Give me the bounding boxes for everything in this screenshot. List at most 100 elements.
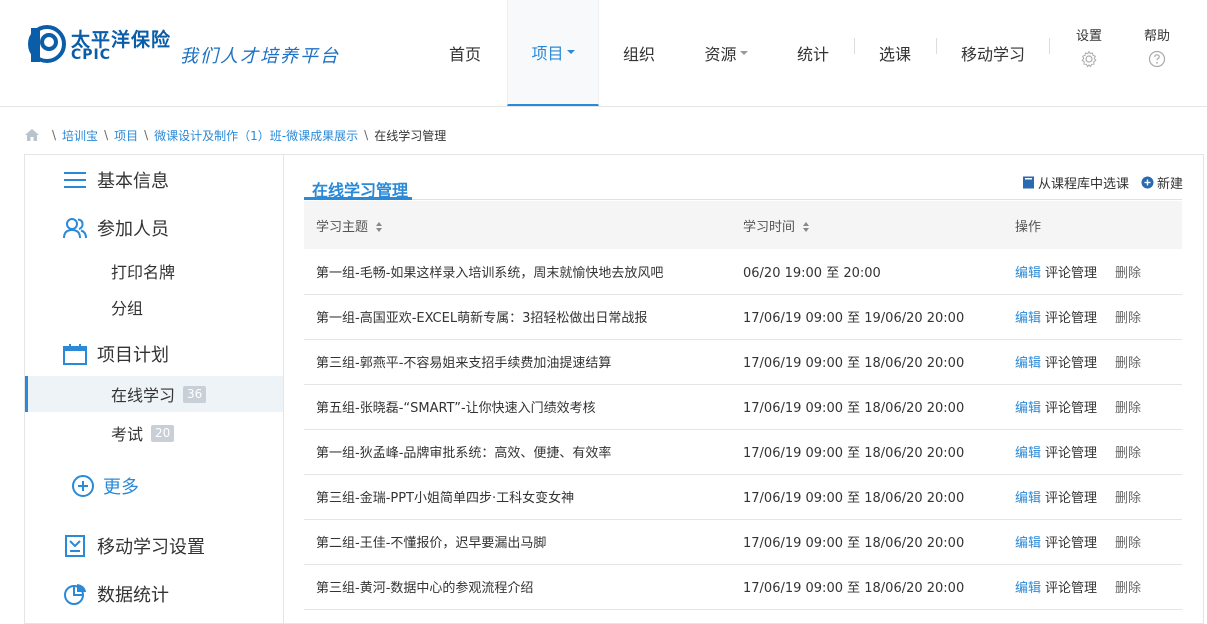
nav-home[interactable]: 首页 [425,0,505,106]
main-panel: 在线学习管理 从课程库中选课 新建 学习主题 学习时间 操作 第一组-毛畅-如果… [284,154,1204,624]
sidebar-item-mobile-settings[interactable]: 移动学习设置 [63,533,205,559]
table-row: 第一组-高国亚欢-EXCEL萌新专属：3招轻松做出日常战报 17/06/19 09… [304,294,1182,339]
breadcrumb-link-class[interactable]: 微课设计及制作（1）班-微课成果展示 [154,127,358,144]
table-row: 第三组-金瑞-PPT小姐简单四步·工科女变女神 17/06/19 09:00 至 … [304,474,1182,519]
table-row: 第一组-毛畅-如果这样录入培训系统，周末就愉快地去放风吧 06/20 19:00 … [304,249,1182,294]
delete-link[interactable]: 删除 [1115,266,1141,281]
learning-table: 学习主题 学习时间 操作 第一组-毛畅-如果这样录入培训系统，周末就愉快地去放风… [304,201,1182,610]
delete-link[interactable]: 删除 [1115,311,1141,326]
nav-mobile-learning[interactable]: 移动学习 [941,0,1045,106]
table-header-row: 学习主题 学习时间 操作 [304,201,1182,249]
sidebar-item-project-plan[interactable]: 项目计划 [63,341,169,367]
nav-statistics[interactable]: 统计 [775,0,851,106]
slogan: 我们人才培养平台 [180,46,340,67]
cell-operations: 编辑 评论管理 删除 [1003,429,1182,474]
panel-actions: 从课程库中选课 新建 [1010,173,1183,192]
new-button[interactable]: 新建 [1141,173,1183,192]
cell-time: 17/06/19 09:00 至 18/06/20 20:00 [743,536,965,551]
cell-time: 17/06/19 09:00 至 19/06/20 20:00 [743,311,965,326]
breadcrumb-link-peixunbao[interactable]: 培训宝 [62,127,98,144]
sidebar-item-grouping[interactable]: 分组 [111,295,143,319]
cell-operations: 编辑 评论管理 删除 [1003,384,1182,429]
plus-circle-icon [1141,176,1154,189]
delete-link[interactable]: 删除 [1115,446,1141,461]
settings-button[interactable]: 设置 [1069,25,1109,68]
cpic-logo[interactable]: 太平洋保险 CPIC 我们人才培养平台 [28,24,348,74]
sidebar-item-label: 项目计划 [97,345,169,366]
comment-management-link[interactable]: 评论管理 [1045,581,1097,596]
edit-link[interactable]: 编辑 [1015,401,1041,416]
sidebar: 基本信息 参加人员 打印名牌 分组 项目计划 在线学习 36 考试 20 更多 … [24,154,284,624]
edit-link[interactable]: 编辑 [1015,536,1041,551]
delete-link[interactable]: 删除 [1115,491,1141,506]
nav-divider [854,38,855,54]
gear-icon [1081,50,1097,68]
cell-operations: 编辑 评论管理 删除 [1003,474,1182,519]
edit-link[interactable]: 编辑 [1015,311,1041,326]
help-label: 帮助 [1143,29,1170,44]
sidebar-item-label: 数据统计 [97,585,169,606]
cell-topic: 第五组-张晓磊-“SMART”-让你快速入门绩效考核 [316,401,596,416]
logo-english-name: CPIC [71,47,112,63]
column-header-label: 学习主题 [316,219,369,235]
sidebar-more-button[interactable]: 更多 [71,473,139,499]
breadcrumb: \ 培训宝 \ 项目 \ 微课设计及制作（1）班-微课成果展示 \ 在线学习管理 [24,126,446,144]
edit-link[interactable]: 编辑 [1015,581,1041,596]
sidebar-item-print-badge[interactable]: 打印名牌 [111,259,175,283]
edit-link[interactable]: 编辑 [1015,446,1041,461]
edit-link[interactable]: 编辑 [1015,356,1041,371]
sidebar-item-label: 基本信息 [97,171,169,192]
comment-management-link[interactable]: 评论管理 [1045,536,1097,551]
delete-link[interactable]: 删除 [1115,536,1141,551]
sidebar-item-online-learning[interactable]: 在线学习 36 [25,376,283,412]
sidebar-item-exam[interactable]: 考试 20 [111,421,175,445]
column-header-time[interactable]: 学习时间 [731,201,1003,249]
chevron-down-icon [566,50,575,54]
select-from-library-button[interactable]: 从课程库中选课 [1022,173,1129,192]
sidebar-item-label: 考试 [111,425,144,444]
nav-statistics-label: 统计 [796,45,829,64]
cell-topic: 第一组-狄孟峰-品牌审批系统：高效、便捷、有效率 [316,446,612,461]
list-icon [64,172,86,188]
pie-chart-icon [64,584,86,605]
count-badge: 36 [183,385,207,403]
delete-link[interactable]: 删除 [1115,401,1141,416]
table-body: 第一组-毛畅-如果这样录入培训系统，周末就愉快地去放风吧 06/20 19:00 … [304,249,1182,609]
nav-project[interactable]: 项目 [507,0,599,106]
edit-link[interactable]: 编辑 [1015,266,1041,281]
delete-link[interactable]: 删除 [1115,581,1141,596]
table-row: 第二组-王佳-不懂报价，迟早要漏出马脚 17/06/19 09:00 至 18/0… [304,519,1182,564]
cell-operations: 编辑 评论管理 删除 [1003,564,1182,609]
nav-course-selection[interactable]: 选课 [857,0,933,106]
cell-time: 17/06/19 09:00 至 18/06/20 20:00 [743,491,965,506]
breadcrumb-separator: \ [52,128,57,142]
home-icon[interactable] [24,128,40,142]
comment-management-link[interactable]: 评论管理 [1045,266,1097,281]
sidebar-item-data-stats[interactable]: 数据统计 [63,581,169,607]
mobile-settings-icon [65,535,85,557]
edit-link[interactable]: 编辑 [1015,491,1041,506]
help-button[interactable]: 帮助 [1137,25,1177,68]
column-header-topic[interactable]: 学习主题 [304,201,731,249]
comment-management-link[interactable]: 评论管理 [1045,356,1097,371]
nav-resources[interactable]: 资源 [685,0,767,106]
sidebar-item-participants[interactable]: 参加人员 [63,215,169,241]
cell-topic: 第三组-金瑞-PPT小姐简单四步·工科女变女神 [316,491,575,506]
sidebar-item-basic-info[interactable]: 基本信息 [63,167,169,193]
table-row: 第三组-郭燕平-不容易姐来支招手续费加油提速结算 17/06/19 09:00 至… [304,339,1182,384]
nav-project-label: 项目 [531,44,564,63]
nav-divider [936,38,937,54]
nav-organization[interactable]: 组织 [601,0,677,106]
comment-management-link[interactable]: 评论管理 [1045,311,1097,326]
cell-time: 17/06/19 09:00 至 18/06/20 20:00 [743,401,965,416]
comment-management-link[interactable]: 评论管理 [1045,401,1097,416]
comment-management-link[interactable]: 评论管理 [1045,446,1097,461]
breadcrumb-link-project[interactable]: 项目 [114,127,138,144]
cell-topic: 第一组-毛畅-如果这样录入培训系统，周末就愉快地去放风吧 [316,265,664,281]
cell-operations: 编辑 评论管理 删除 [1003,339,1182,384]
comment-management-link[interactable]: 评论管理 [1045,491,1097,506]
delete-link[interactable]: 删除 [1115,356,1141,371]
sidebar-item-label: 移动学习设置 [97,537,205,558]
cell-time: 17/06/19 09:00 至 18/06/20 20:00 [743,356,965,371]
sidebar-item-label: 在线学习 [111,386,176,405]
